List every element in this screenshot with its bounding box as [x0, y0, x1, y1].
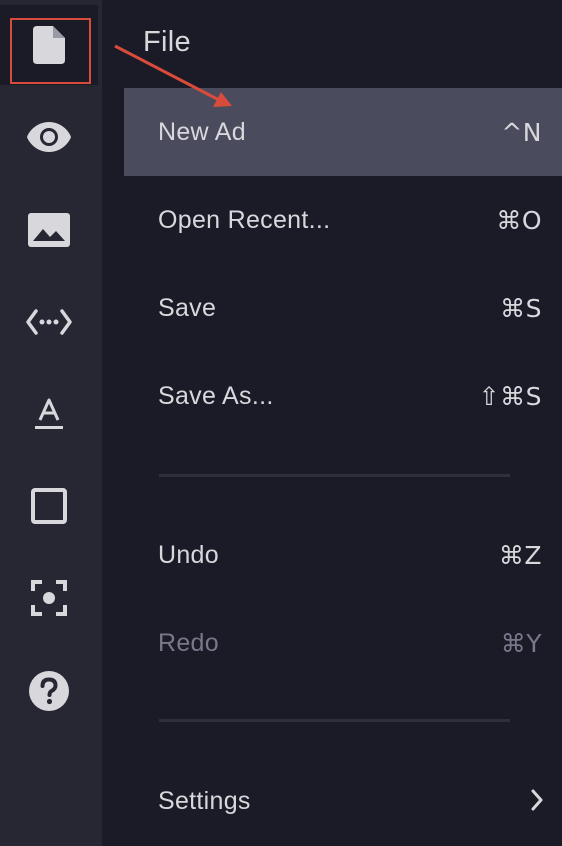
text-tool-button[interactable] — [0, 374, 98, 454]
menu-item-label: Save As... — [158, 381, 274, 410]
menu-item-save-as[interactable]: Save As... ⇧⌘S — [124, 352, 562, 440]
menu-item-label: Redo — [158, 628, 219, 657]
menu-item-label: New Ad — [158, 117, 246, 146]
menu-title: File — [143, 26, 191, 58]
menu-divider — [159, 719, 510, 722]
menu-item-open-recent[interactable]: Open Recent... ⌘O — [124, 176, 562, 264]
sidebar — [0, 0, 102, 846]
menu-item-shortcut: ⌘Y — [500, 628, 542, 658]
file-icon — [33, 26, 65, 64]
code-icon — [26, 309, 72, 335]
menu-item-shortcut: ⇧⌘S — [478, 381, 542, 411]
focus-tool-button[interactable] — [0, 558, 98, 638]
chevron-right-icon — [531, 789, 543, 811]
menu-item-settings[interactable]: Settings — [124, 757, 562, 845]
menu-item-shortcut: ^N — [501, 117, 542, 147]
eye-icon — [27, 122, 71, 152]
menu-item-redo: Redo ⌘Y — [124, 599, 562, 687]
menu-item-shortcut: ⌘Z — [498, 540, 542, 570]
text-icon — [35, 398, 63, 429]
focus-icon — [31, 580, 67, 616]
file-tool-button[interactable] — [0, 5, 98, 85]
menu-item-label: Settings — [158, 786, 251, 815]
menu-item-label: Save — [158, 293, 217, 322]
menu-item-shortcut: ⌘S — [500, 293, 542, 323]
preview-tool-button[interactable] — [0, 97, 98, 177]
menu-item-undo[interactable]: Undo ⌘Z — [124, 511, 562, 599]
square-icon — [31, 488, 67, 524]
menu-item-save[interactable]: Save ⌘S — [124, 264, 562, 352]
menu-divider — [159, 474, 510, 477]
shape-tool-button[interactable] — [0, 466, 98, 546]
menu-item-label: Undo — [158, 540, 219, 569]
menu-item-new-ad[interactable]: New Ad ^N — [124, 88, 562, 176]
image-icon — [28, 213, 70, 247]
code-tool-button[interactable] — [0, 282, 98, 362]
menu-item-shortcut: ⌘O — [496, 205, 542, 235]
image-tool-button[interactable] — [0, 190, 98, 270]
help-tool-button[interactable] — [0, 651, 98, 731]
menu-item-label: Open Recent... — [158, 205, 331, 234]
help-icon — [29, 671, 69, 711]
